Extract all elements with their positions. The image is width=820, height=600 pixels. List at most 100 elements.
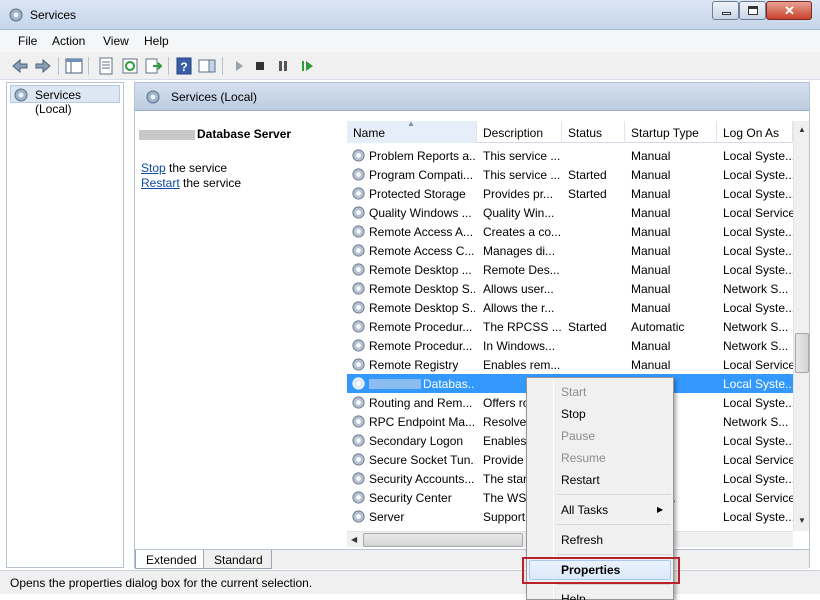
menu-file[interactable]: File [18,34,37,48]
service-log-on-as: Local Service [723,206,793,220]
action-pane-icon[interactable] [197,56,217,76]
service-gear-icon [352,244,365,257]
service-name: Program Compati... [369,168,474,182]
column-header-description[interactable]: Description [477,121,562,143]
restart-service-link[interactable]: Restart [141,176,180,190]
table-row[interactable]: Quality Windows ... Quality Win... Manual L… [347,203,793,222]
forward-arrow-icon[interactable] [33,56,53,76]
scroll-left-icon[interactable]: ◀ [351,535,357,544]
tab-extended[interactable]: Extended [135,550,206,569]
svg-text:?: ? [180,60,187,74]
tree-item-services-local[interactable]: Services (Local) [10,85,120,116]
service-name: Protected Storage [369,187,466,201]
service-description: Enables rem... [483,358,561,372]
service-log-on-as: Local Syste... [723,263,793,277]
close-icon: ✕ [784,3,795,18]
service-status: Started [568,320,607,334]
service-gear-icon [352,434,365,447]
service-status: Started [568,187,607,201]
service-name: Remote Registry [369,358,459,372]
menu-view[interactable]: View [103,34,129,48]
minimize-button[interactable] [712,1,739,20]
service-startup-type: Automatic [631,320,685,334]
service-log-on-as: Network S... [723,282,789,296]
service-name: Remote Desktop S... [369,282,475,296]
properties-icon[interactable] [96,56,116,76]
menu-separator [557,494,671,495]
service-startup-type: Manual [631,339,671,353]
service-gear-icon [352,168,365,181]
service-log-on-as: Local Syste... [723,168,793,182]
back-arrow-icon[interactable] [10,56,30,76]
show-hide-console-tree-icon[interactable] [64,56,84,76]
service-log-on-as: Local Syste... [723,472,793,486]
table-row[interactable]: Remote Procedur... In Windows... Manual Net… [347,336,793,355]
service-gear-icon [352,377,365,390]
menu-item-stop[interactable]: Stop [561,407,586,421]
service-name: Remote Access A... [369,225,474,239]
close-button[interactable]: ✕ [766,1,812,20]
table-row[interactable]: Remote Desktop S... Allows user... Manual N… [347,279,793,298]
pause-icon[interactable] [273,56,293,76]
help-icon[interactable]: ? [174,56,194,76]
services-gear-icon [14,88,28,102]
menu-item-refresh[interactable]: Refresh [561,533,603,547]
console-tree: Services (Local) [6,82,124,568]
service-log-on-as: Local Syste... [723,377,793,391]
service-description: Creates a co... [483,225,561,239]
scroll-up-icon[interactable]: ▲ [798,125,806,134]
restart-icon[interactable] [297,56,317,76]
table-row[interactable]: Remote Registry Enables rem... Manual Local… [347,355,793,374]
vertical-scroll-thumb[interactable] [795,333,809,373]
service-gear-icon [352,263,365,276]
toolbar-separator [58,57,59,75]
menu-item-restart[interactable]: Restart [561,473,600,487]
service-description: Quality Win... [483,206,555,220]
service-log-on-as: Local Service [723,453,793,467]
export-list-icon[interactable] [143,56,163,76]
service-startup-type: Manual [631,225,671,239]
menu-item-all-tasks[interactable]: All Tasks [561,503,608,517]
service-startup-type: Manual [631,263,671,277]
column-header-status[interactable]: Status [562,121,625,143]
service-name: Routing and Rem... [369,396,473,410]
service-description: Allows user... [483,282,554,296]
status-text: Opens the properties dialog box for the … [10,576,313,590]
vertical-scrollbar[interactable]: ▲ ▼ [793,121,809,531]
list-header: ▲ Name Description Status Startup Type L… [347,119,793,143]
menu-separator [557,554,671,555]
pane-header: Services (Local) [135,83,809,111]
column-header-startup-type[interactable]: Startup Type [625,121,717,143]
table-row[interactable]: Remote Procedur... The RPCSS ... Started Au… [347,317,793,336]
menu-action[interactable]: Action [52,34,85,48]
services-gear-icon [146,90,160,104]
tab-standard[interactable]: Standard [203,550,272,569]
table-row[interactable]: Program Compati... This service ... Starte… [347,165,793,184]
scroll-down-icon[interactable]: ▼ [798,516,806,525]
table-row[interactable]: Remote Access A... Creates a co... Manual L… [347,222,793,241]
service-log-on-as: Local Syste... [723,149,793,163]
menu-help[interactable]: Help [144,34,169,48]
service-log-on-as: Network S... [723,320,789,334]
stop-icon[interactable] [250,56,270,76]
table-row[interactable]: Remote Access C... Manages di... Manual Loc… [347,241,793,260]
service-startup-type: Manual [631,149,671,163]
column-header-name[interactable]: ▲ Name [347,119,477,143]
service-gear-icon [352,453,365,466]
table-row[interactable]: Remote Desktop S... Allows the r... Manual… [347,298,793,317]
service-log-on-as: Local Syste... [723,434,793,448]
horizontal-scroll-thumb[interactable] [363,533,523,547]
column-header-log-on-as[interactable]: Log On As [717,121,793,143]
refresh-icon[interactable] [120,56,140,76]
play-icon[interactable] [229,56,249,76]
stop-service-link[interactable]: Stop [141,161,166,175]
view-tabs: Extended Standard [135,549,809,569]
service-gear-icon [352,358,365,371]
menu-item-help[interactable]: Help [561,592,586,600]
table-row[interactable]: Remote Desktop ... Remote Des... Manual Loc… [347,260,793,279]
service-description: In Windows... [483,339,556,353]
table-row[interactable]: Protected Storage Provides pr... Started Ma… [347,184,793,203]
service-gear-icon [352,149,365,162]
maximize-button[interactable] [739,1,766,20]
table-row[interactable]: Problem Reports a... This service ... Manu… [347,146,793,165]
